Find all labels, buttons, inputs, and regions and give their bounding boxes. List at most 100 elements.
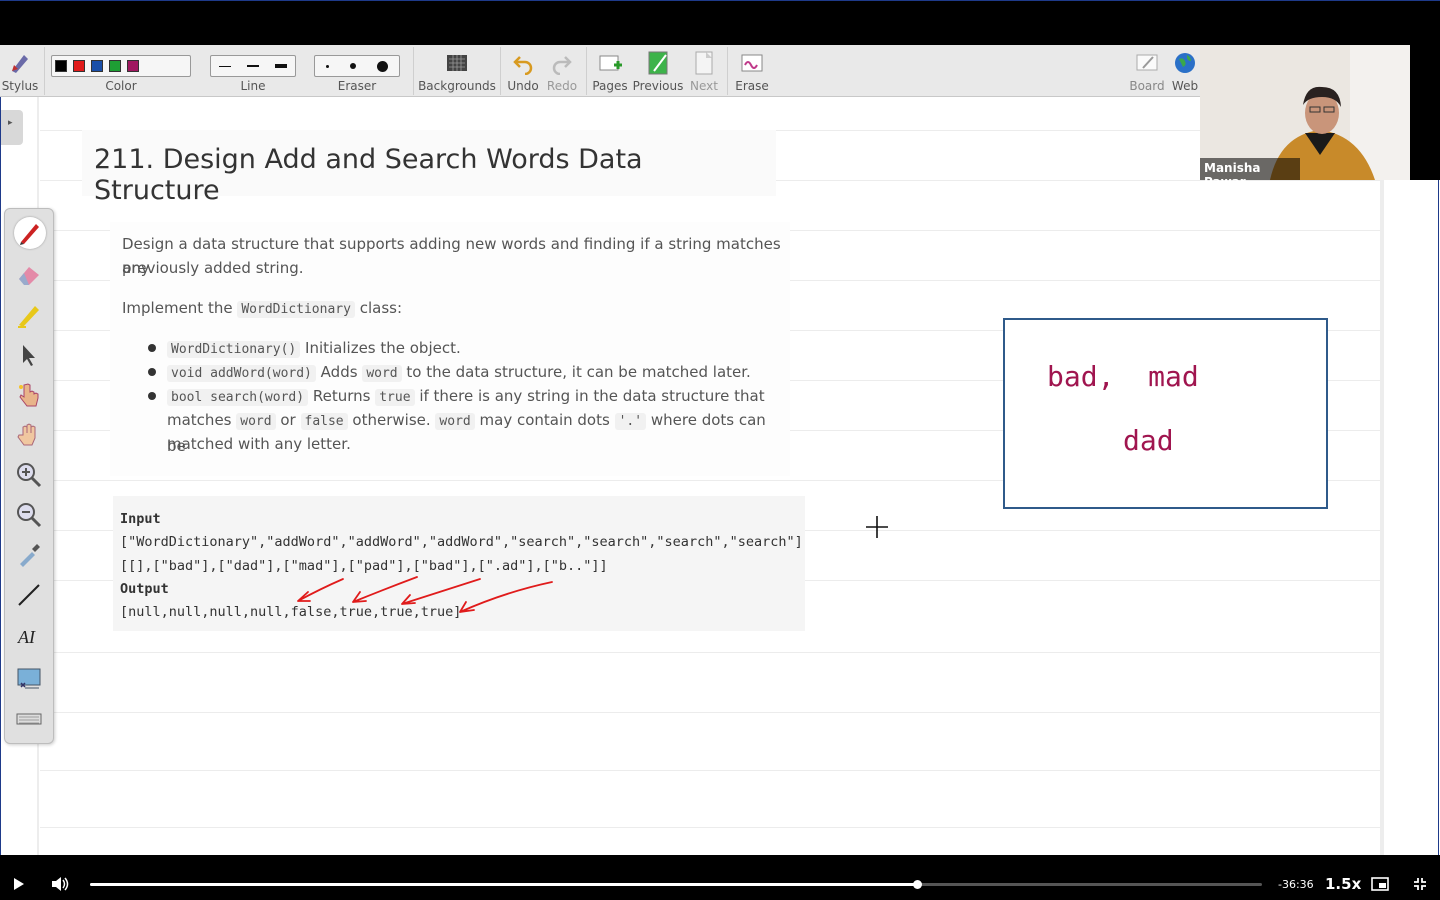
ruled-line: [40, 652, 1380, 653]
line-tool[interactable]: [15, 581, 43, 609]
bullet-item: bool search(word) Returns true if there …: [167, 384, 777, 410]
input-line: [[],["bad"],["dad"],["mad"],["pad"],["ba…: [120, 558, 608, 574]
webcam-side-strip: [1410, 45, 1440, 180]
pan-tool[interactable]: [15, 421, 43, 449]
picture-in-picture-icon[interactable]: [1371, 877, 1389, 891]
separator: [500, 47, 501, 95]
eraser-size-options: [314, 55, 400, 77]
arrow-stroke: [459, 581, 553, 613]
handwritten-text: bad, mad: [1047, 360, 1199, 393]
zoom-out-tool[interactable]: [15, 501, 43, 529]
backgrounds-icon: [447, 55, 467, 71]
select-tool[interactable]: [15, 341, 43, 369]
color-purple-swatch[interactable]: [127, 60, 139, 72]
progress-fill: [90, 883, 917, 886]
stylus-button[interactable]: Stylus: [0, 45, 40, 97]
time-remaining: -36:36: [1278, 878, 1314, 891]
undo-button[interactable]: Undo: [504, 45, 542, 97]
separator: [727, 47, 728, 95]
pages-button[interactable]: Pages: [590, 45, 630, 97]
problem-description: Design a data structure that supports ad…: [110, 222, 790, 476]
globe-icon: [1175, 53, 1195, 73]
hand-icon: [17, 423, 36, 446]
eraser-large-option[interactable]: [377, 60, 389, 72]
side-panel-toggle[interactable]: ▸: [1, 110, 23, 145]
stylus-icon: [12, 55, 28, 73]
window-edge: [1438, 180, 1439, 855]
handwritten-note-box: bad, mad dad: [1003, 318, 1328, 509]
web-button[interactable]: Web: [1170, 45, 1200, 97]
board-icon: [1136, 54, 1158, 71]
line-medium-option[interactable]: [247, 65, 259, 67]
handwritten-arrows: [297, 576, 553, 613]
color-black-swatch[interactable]: [55, 60, 67, 72]
implement-line: Implement the WordDictionary class:: [122, 299, 403, 318]
text-tool[interactable]: AI: [15, 621, 43, 649]
window-edge: [0, 97, 1, 855]
backgrounds-button[interactable]: Backgrounds: [418, 45, 496, 97]
next-page-icon: [695, 51, 713, 75]
zoom-out-icon: [17, 503, 42, 528]
highlighter-icon: [18, 306, 39, 328]
color-group: Color: [50, 45, 192, 97]
description-line: previously added string.: [122, 259, 304, 277]
eraser-small-option[interactable]: [325, 64, 329, 68]
output-label: Output: [120, 581, 169, 597]
line-thick-option[interactable]: [275, 64, 287, 68]
erase-all-icon: [741, 54, 763, 72]
top-black-bar: [0, 0, 1440, 45]
zoom-in-tool[interactable]: [15, 461, 43, 489]
separator: [586, 47, 587, 95]
input-label: Input: [120, 511, 161, 527]
hand-pointer-icon: [19, 383, 39, 407]
exit-fullscreen-icon[interactable]: [1413, 877, 1427, 891]
color-picker-tool[interactable]: [15, 541, 43, 569]
margin-line: [1380, 180, 1384, 855]
previous-button[interactable]: Previous: [632, 45, 684, 97]
separator: [44, 47, 45, 95]
bullet-item: WordDictionary() Initializes the object.: [167, 336, 777, 362]
bullet-item: void addWord(word) Adds word to the data…: [167, 360, 777, 386]
svg-text:AI: AI: [17, 627, 36, 647]
zoom-in-icon: [17, 463, 42, 488]
expand-icon: ▸: [8, 118, 13, 128]
screen-capture-tool[interactable]: [15, 665, 43, 693]
line-icon: [18, 584, 40, 606]
bullet-dot: [148, 368, 156, 376]
line-thin-option[interactable]: [219, 65, 231, 67]
screen-capture-icon: [17, 668, 41, 689]
color-blue-swatch[interactable]: [91, 60, 103, 72]
highlighter-tool[interactable]: [15, 301, 43, 329]
crosshair-cursor-icon: [866, 516, 888, 538]
ruled-line: [40, 827, 1380, 828]
floating-toolbox: AI: [4, 208, 54, 744]
eraser-medium-option[interactable]: [349, 63, 356, 69]
eraser-tool[interactable]: [15, 261, 43, 289]
separator: [413, 47, 414, 95]
previous-page-icon: [648, 51, 668, 75]
bullet-item-continued: matched with any letter.: [167, 435, 351, 453]
ruled-line: [40, 712, 1380, 713]
handwritten-text: dad: [1123, 424, 1174, 457]
pen-tool[interactable]: [14, 217, 46, 249]
line-group: Line: [210, 45, 296, 97]
color-red-swatch[interactable]: [73, 60, 85, 72]
color-green-swatch[interactable]: [109, 60, 121, 72]
erase-button[interactable]: Erase: [732, 45, 772, 97]
laser-pointer-tool[interactable]: [15, 381, 43, 409]
undo-icon: [513, 56, 533, 75]
volume-icon[interactable]: [51, 876, 69, 892]
keyboard-tool[interactable]: [15, 705, 43, 733]
next-button[interactable]: Next: [688, 45, 720, 97]
play-icon[interactable]: [12, 877, 26, 891]
board-button[interactable]: Board: [1128, 45, 1166, 97]
pen-icon: [20, 224, 39, 245]
color-swatches: [51, 55, 191, 77]
arrow-stroke: [401, 578, 481, 605]
video-player-controls: -36:36 1.5x: [0, 855, 1440, 900]
progress-scrubber-handle[interactable]: [913, 880, 922, 889]
playback-speed-button[interactable]: 1.5x: [1325, 875, 1361, 893]
pointer-arrow-icon: [23, 345, 35, 366]
eraser-group: Eraser: [314, 45, 400, 97]
redo-button[interactable]: Redo: [544, 45, 580, 97]
